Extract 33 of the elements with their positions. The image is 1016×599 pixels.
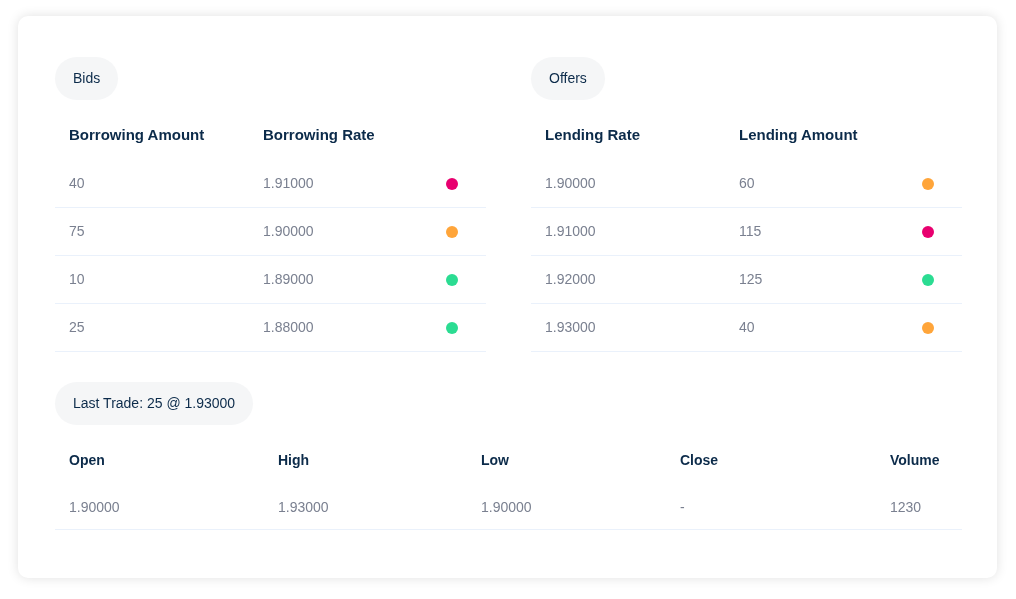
column-header: Borrowing Rate — [262, 124, 376, 145]
table-cell: 1.92000 — [531, 256, 725, 304]
column-header: Open — [68, 451, 106, 470]
column-header: Low — [480, 451, 510, 470]
section-label: Offers — [531, 57, 605, 100]
table-cell: 115 — [725, 208, 922, 256]
section-label: Bids — [55, 57, 119, 100]
table-cell: 1.93000 — [531, 304, 725, 352]
table-cell: 40 — [725, 304, 922, 352]
table-cell: 75 — [55, 208, 249, 256]
table-cell: 1.91000 — [531, 208, 725, 256]
table-cell: 1.88000 — [249, 304, 446, 352]
table-cell: - — [666, 486, 876, 530]
section-label: Last Trade: 25 @ 1.93000 — [55, 382, 254, 425]
table-cell: 1.90000 — [249, 208, 446, 256]
table-cell: 1.90000 — [55, 486, 264, 530]
table-cell: 60 — [725, 160, 922, 208]
column-header: Close — [679, 451, 720, 470]
column-header: Lending Rate — [544, 124, 641, 145]
table-cell: 1.89000 — [249, 256, 446, 304]
table-cell: 1.90000 — [531, 160, 725, 208]
table-cell: 1.93000 — [264, 486, 467, 530]
table-cell: 10 — [55, 256, 249, 304]
table-cell: 1.90000 — [467, 486, 666, 530]
column-header: Volume — [889, 451, 941, 470]
table-cell: 125 — [725, 256, 922, 304]
column-header: Borrowing Amount — [68, 124, 206, 145]
column-header: High — [277, 451, 311, 470]
table-cell: 1.91000 — [249, 160, 446, 208]
table-cell: 25 — [55, 304, 249, 352]
column-header: Lending Amount — [738, 124, 859, 145]
table-cell: 1230 — [876, 486, 962, 530]
table-cell: 40 — [55, 160, 249, 208]
